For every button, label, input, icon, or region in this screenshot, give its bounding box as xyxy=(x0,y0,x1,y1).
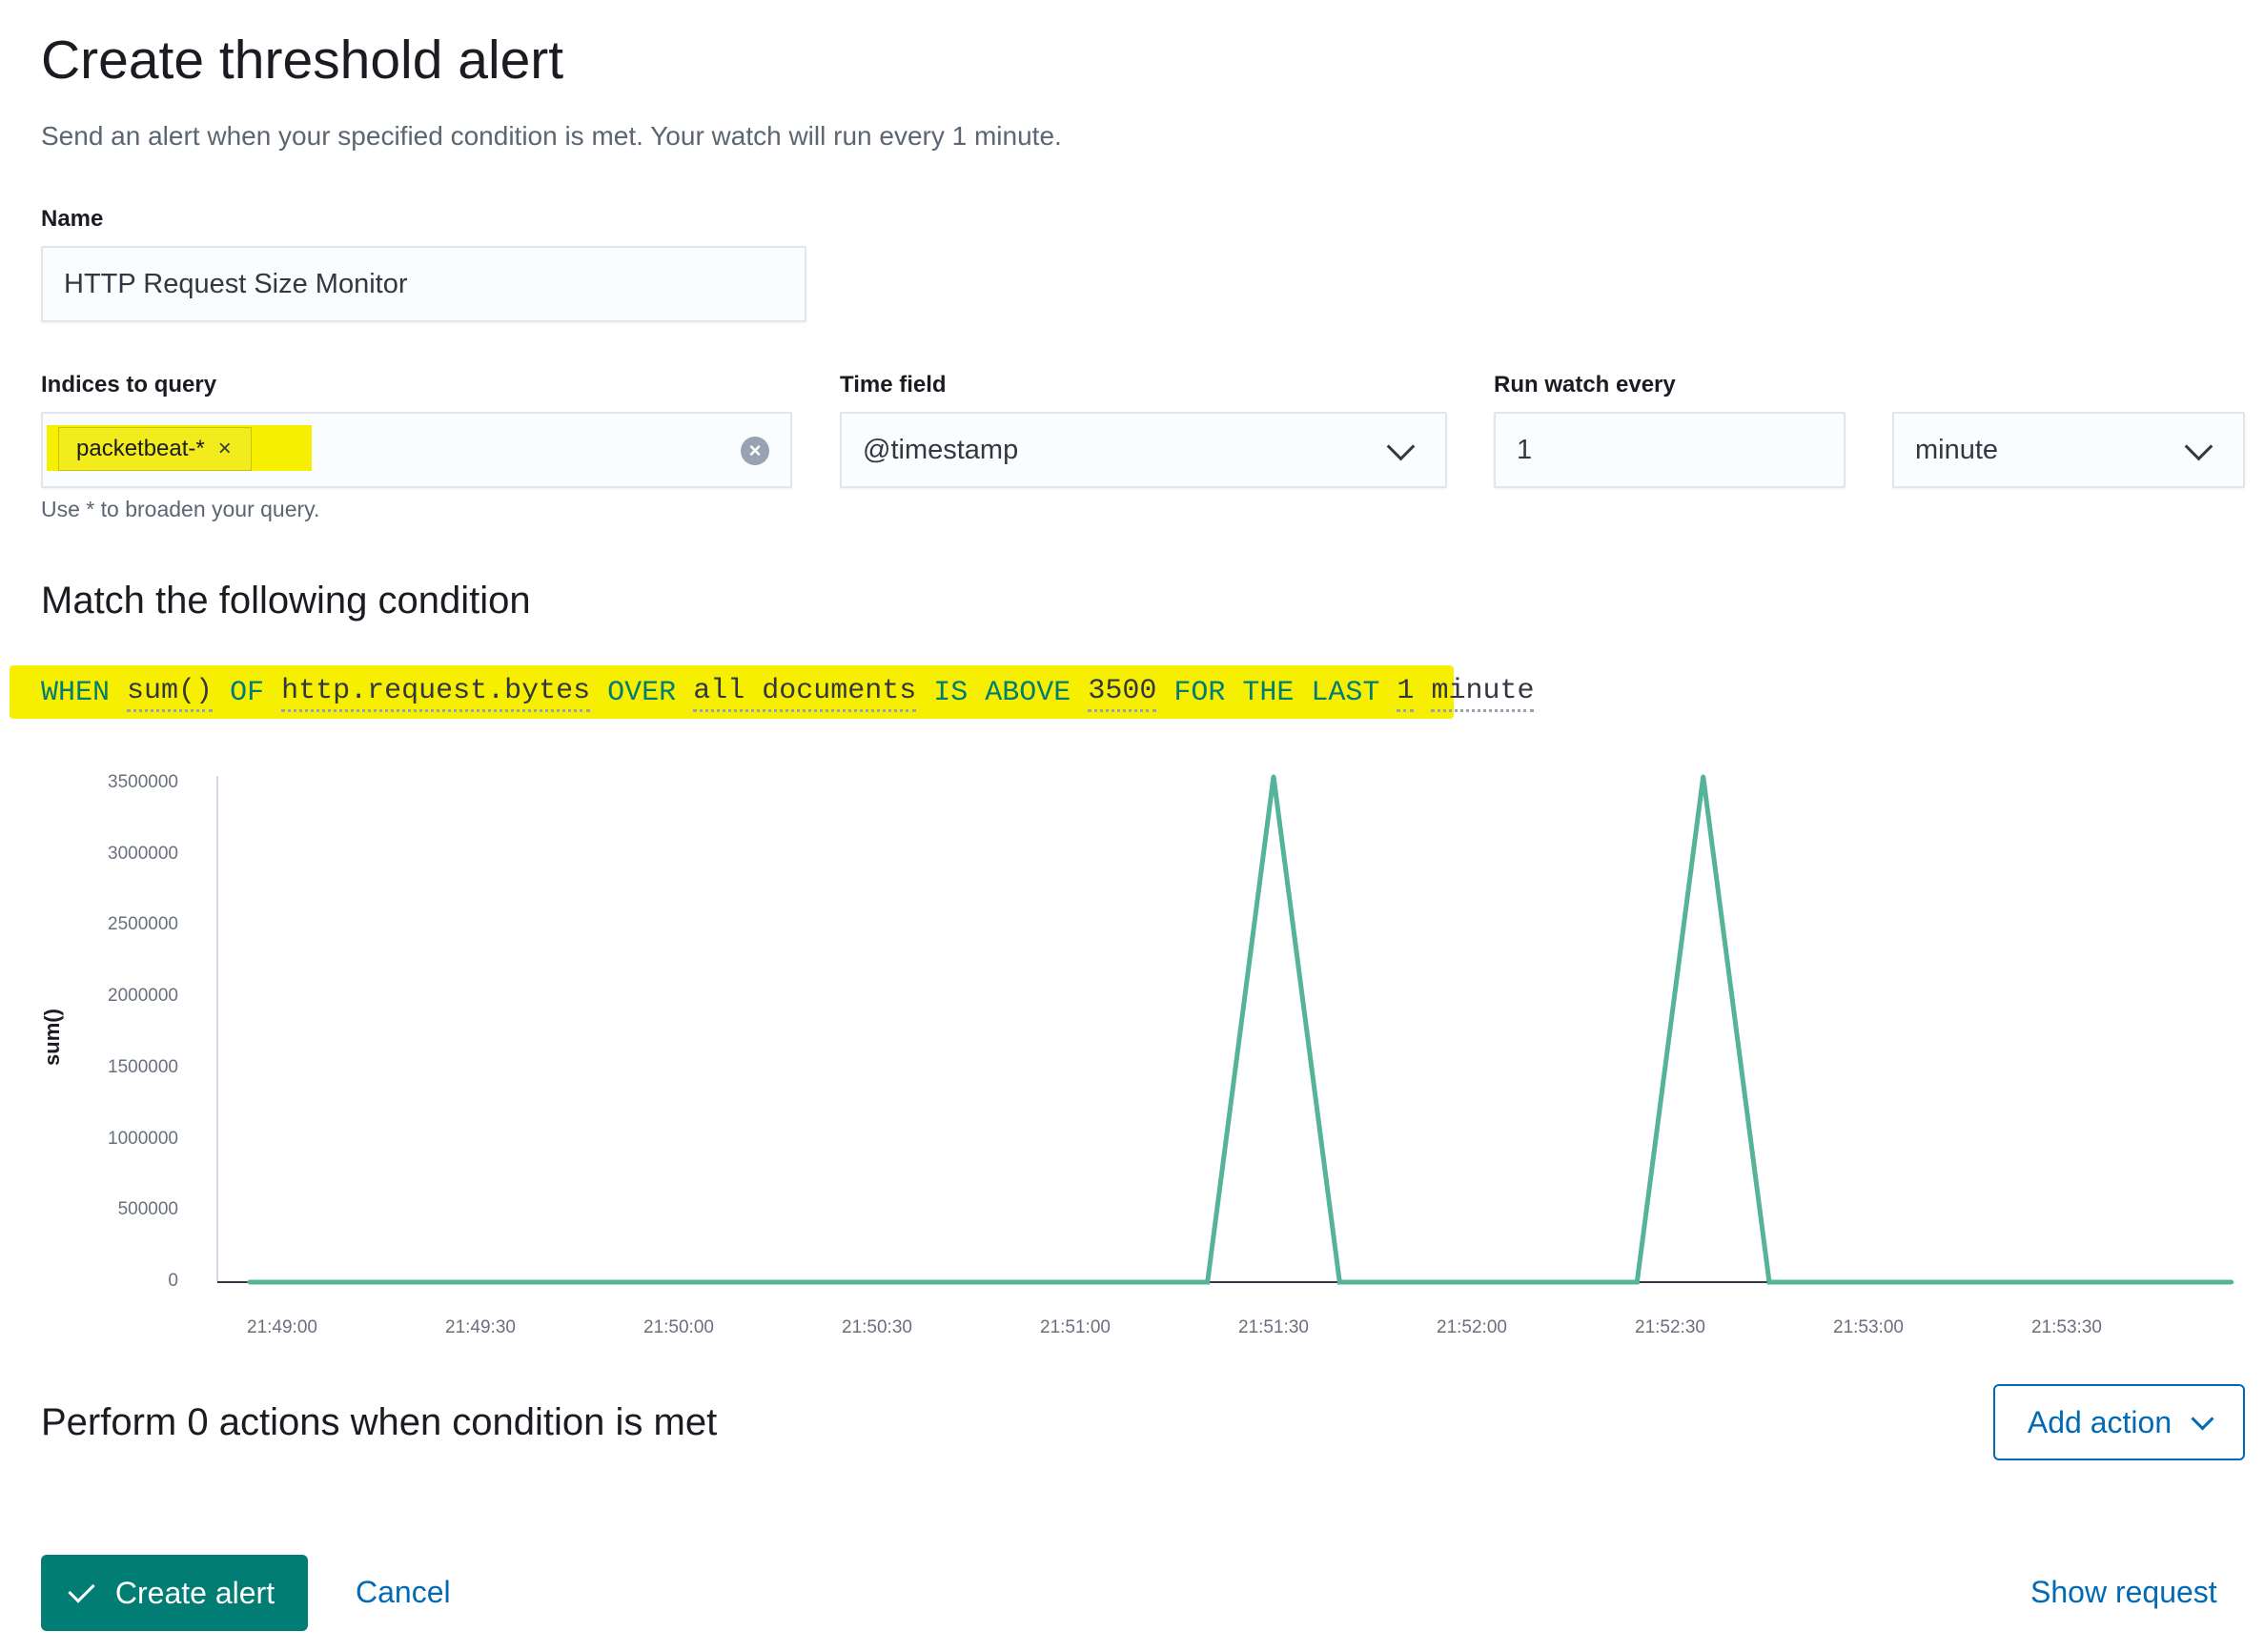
chart-data-point xyxy=(1767,1280,1771,1284)
cancel-link[interactable]: Cancel xyxy=(356,1575,451,1610)
chart-data-point xyxy=(1272,774,1275,779)
chart-data-point xyxy=(1337,1280,1342,1284)
chart-data-point xyxy=(247,1280,252,1284)
threshold-chart xyxy=(216,774,2234,1285)
show-request-link[interactable]: Show request xyxy=(2030,1575,2217,1610)
chart-data-point xyxy=(1635,1280,1640,1284)
chart-data-point xyxy=(1701,774,1705,779)
check-icon xyxy=(68,1575,95,1603)
add-action-button[interactable]: Add action xyxy=(1993,1384,2245,1460)
create-alert-label: Create alert xyxy=(114,1575,275,1610)
chart-series-line xyxy=(249,776,2233,1285)
chart-data-point xyxy=(1205,1280,1210,1284)
add-action-label: Add action xyxy=(2027,1404,2172,1439)
chart-data-point xyxy=(2230,1280,2234,1284)
create-alert-button[interactable]: Create alert xyxy=(41,1555,308,1631)
chevron-down-icon xyxy=(2191,1406,2214,1431)
actions-title: Perform 0 actions when condition is met xyxy=(41,1401,718,1443)
